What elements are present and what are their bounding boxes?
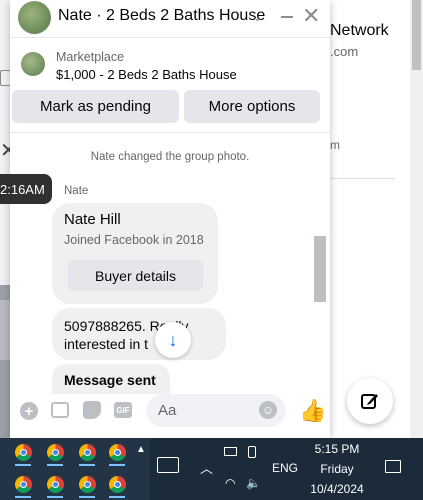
- volume-muted-icon[interactable]: 🔈: [246, 476, 261, 490]
- buyer-details-button[interactable]: Buyer details: [68, 260, 203, 291]
- chevron-up-icon[interactable]: ︿: [200, 458, 213, 477]
- photo-icon[interactable]: [51, 402, 69, 418]
- chat-window: Nate · 2 Beds 2 Baths House ⌄ ✕ Marketpl…: [10, 0, 330, 438]
- like-icon[interactable]: 👍: [299, 398, 326, 424]
- profile-name[interactable]: Nate Hill: [64, 211, 121, 228]
- taskbar-indicator: [15, 464, 31, 466]
- clock-day[interactable]: Friday: [312, 462, 362, 476]
- wifi-icon[interactable]: ◠: [225, 476, 235, 490]
- chat-scrollbar-thumb[interactable]: [314, 236, 326, 302]
- profile-joined: Joined Facebook in 2018: [64, 233, 204, 247]
- taskbar-indicator: [109, 496, 125, 498]
- arrow-down-icon: ↓: [168, 329, 178, 350]
- taskbar-indicator: [47, 464, 63, 466]
- clock-time[interactable]: 5:15 PM: [312, 442, 362, 456]
- taskbar-scroll-up-icon[interactable]: ▲: [136, 444, 146, 455]
- chrome-icon[interactable]: [109, 476, 126, 493]
- listing-title[interactable]: $1,000 - 2 Beds 2 Baths House: [56, 67, 237, 82]
- taskbar-indicator: [79, 496, 95, 498]
- marketplace-label: Marketplace: [56, 50, 125, 64]
- minimize-icon[interactable]: [281, 16, 293, 18]
- background-title: Network: [330, 22, 389, 39]
- avatar[interactable]: [18, 1, 51, 34]
- section-divider: [10, 132, 330, 133]
- page-scrollbar-thumb[interactable]: [412, 0, 421, 70]
- language-indicator[interactable]: ENG: [272, 461, 298, 475]
- chrome-icon[interactable]: [109, 444, 126, 461]
- mark-as-pending-button[interactable]: Mark as pending: [12, 90, 179, 123]
- emoji-icon[interactable]: ☺: [259, 401, 277, 419]
- chrome-icon[interactable]: [15, 476, 32, 493]
- message-input-placeholder: Aa: [158, 402, 177, 419]
- keyboard-icon[interactable]: [157, 457, 179, 473]
- close-icon[interactable]: ✕: [302, 3, 320, 29]
- taskbar-indicator: [79, 464, 95, 466]
- chrome-icon[interactable]: [47, 444, 64, 461]
- phone-link-icon[interactable]: [248, 446, 256, 458]
- background-panel: [315, 0, 423, 438]
- plus-icon[interactable]: +: [20, 402, 38, 420]
- header-divider: [10, 37, 330, 38]
- battery-icon[interactable]: [224, 447, 237, 456]
- chat-title[interactable]: Nate · 2 Beds 2 Baths House: [58, 7, 265, 25]
- more-options-button[interactable]: More options: [184, 90, 320, 123]
- chrome-icon[interactable]: [79, 476, 96, 493]
- taskbar-indicator: [47, 496, 63, 498]
- message-text: Message sent: [64, 372, 156, 388]
- taskbar-indicator: [15, 496, 31, 498]
- new-message-button[interactable]: [347, 378, 393, 424]
- listing-thumbnail[interactable]: [21, 52, 45, 76]
- scroll-to-bottom-button[interactable]: ↓: [155, 322, 191, 358]
- background-subtitle: .com: [330, 44, 359, 59]
- notification-icon[interactable]: [385, 460, 401, 473]
- chrome-icon[interactable]: [15, 444, 32, 461]
- message-text: 5097888265. Really interested in t: [64, 318, 189, 352]
- background-text: m: [330, 138, 340, 152]
- chevron-down-icon[interactable]: ⌄: [252, 9, 263, 25]
- clock-date[interactable]: 10/4/2024: [306, 482, 368, 496]
- system-message: Nate changed the group photo.: [90, 151, 250, 163]
- timestamp-tooltip: 2:16AM: [0, 174, 52, 204]
- gif-icon[interactable]: GIF: [114, 402, 132, 418]
- chrome-icon[interactable]: [47, 476, 64, 493]
- compose-icon: [361, 394, 378, 409]
- sender-name: Nate: [64, 185, 89, 197]
- chrome-icon[interactable]: [79, 444, 96, 461]
- sticker-icon[interactable]: [83, 401, 101, 419]
- timestamp-text: 2:16AM: [0, 181, 45, 197]
- taskbar-indicator: [109, 464, 125, 466]
